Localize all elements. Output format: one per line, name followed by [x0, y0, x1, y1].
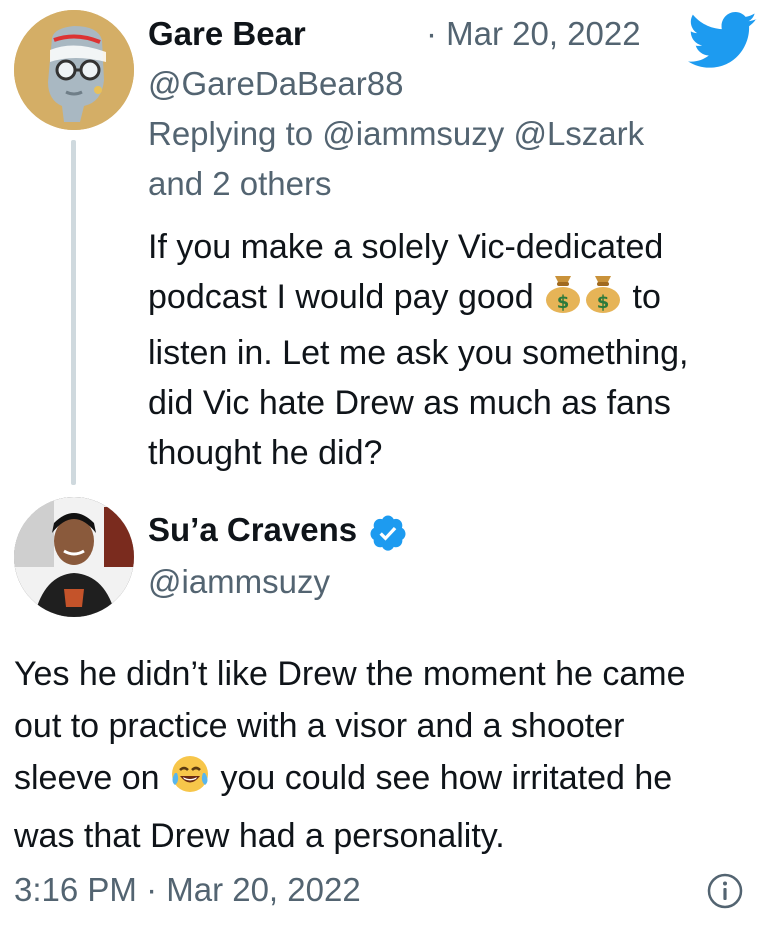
author-handle[interactable]: @GareDaBear88 — [148, 64, 403, 104]
tweet-timestamp[interactable]: 3:16 PM · Mar 20, 2022 — [14, 870, 361, 910]
body-line: out to practice with a visor and a shoot… — [14, 707, 625, 745]
body-line: Yes he didn’t like Drew the moment he ca… — [14, 655, 686, 693]
body-line-with-emoji: sleeve on you could see how irritated he — [14, 752, 764, 810]
body-line: If you make a solely Vic-dedicated — [148, 228, 664, 266]
info-icon[interactable] — [706, 872, 744, 910]
body-line-with-emoji: podcast I would pay good $ $ to — [148, 272, 758, 328]
tweet-date[interactable]: · Mar 20, 2022 — [426, 14, 641, 54]
body-line: was that Drew had a personality. — [14, 817, 505, 855]
money-bag-emoji: $ — [543, 272, 583, 328]
replying-to-others[interactable]: and 2 others — [148, 164, 331, 204]
svg-text:$: $ — [557, 292, 570, 313]
author-name[interactable]: Gare Bear — [148, 14, 306, 54]
verified-badge-icon — [368, 513, 408, 553]
svg-text:$: $ — [597, 292, 610, 313]
body-line: listen in. Let me ask you something, — [148, 334, 689, 372]
body-text: podcast I would pay good — [148, 278, 534, 316]
avatar-sua-cravens[interactable] — [14, 497, 134, 617]
body-line: did Vic hate Drew as much as fans — [148, 384, 671, 422]
money-bag-emoji: $ — [583, 272, 623, 328]
thread-connector-line — [71, 140, 76, 485]
tears-of-joy-emoji — [169, 753, 211, 810]
author-handle[interactable]: @iammsuzy — [148, 562, 330, 602]
twitter-bird-icon[interactable] — [687, 12, 758, 70]
main-tweet-body: Yes he didn’t like Drew the moment he ca… — [14, 648, 764, 862]
body-text: sleeve on — [14, 759, 160, 797]
body-text: you could see how irritated he — [220, 759, 673, 797]
author-name[interactable]: Su’a Cravens — [148, 510, 357, 550]
reply-tweet-body: If you make a solely Vic-dedicated podca… — [148, 222, 758, 478]
body-line: thought he did? — [148, 434, 383, 472]
avatar-gare-bear[interactable] — [14, 10, 134, 130]
replying-to-text[interactable]: Replying to @iammsuzy @Lszark — [148, 114, 644, 154]
body-text: to — [632, 278, 661, 316]
